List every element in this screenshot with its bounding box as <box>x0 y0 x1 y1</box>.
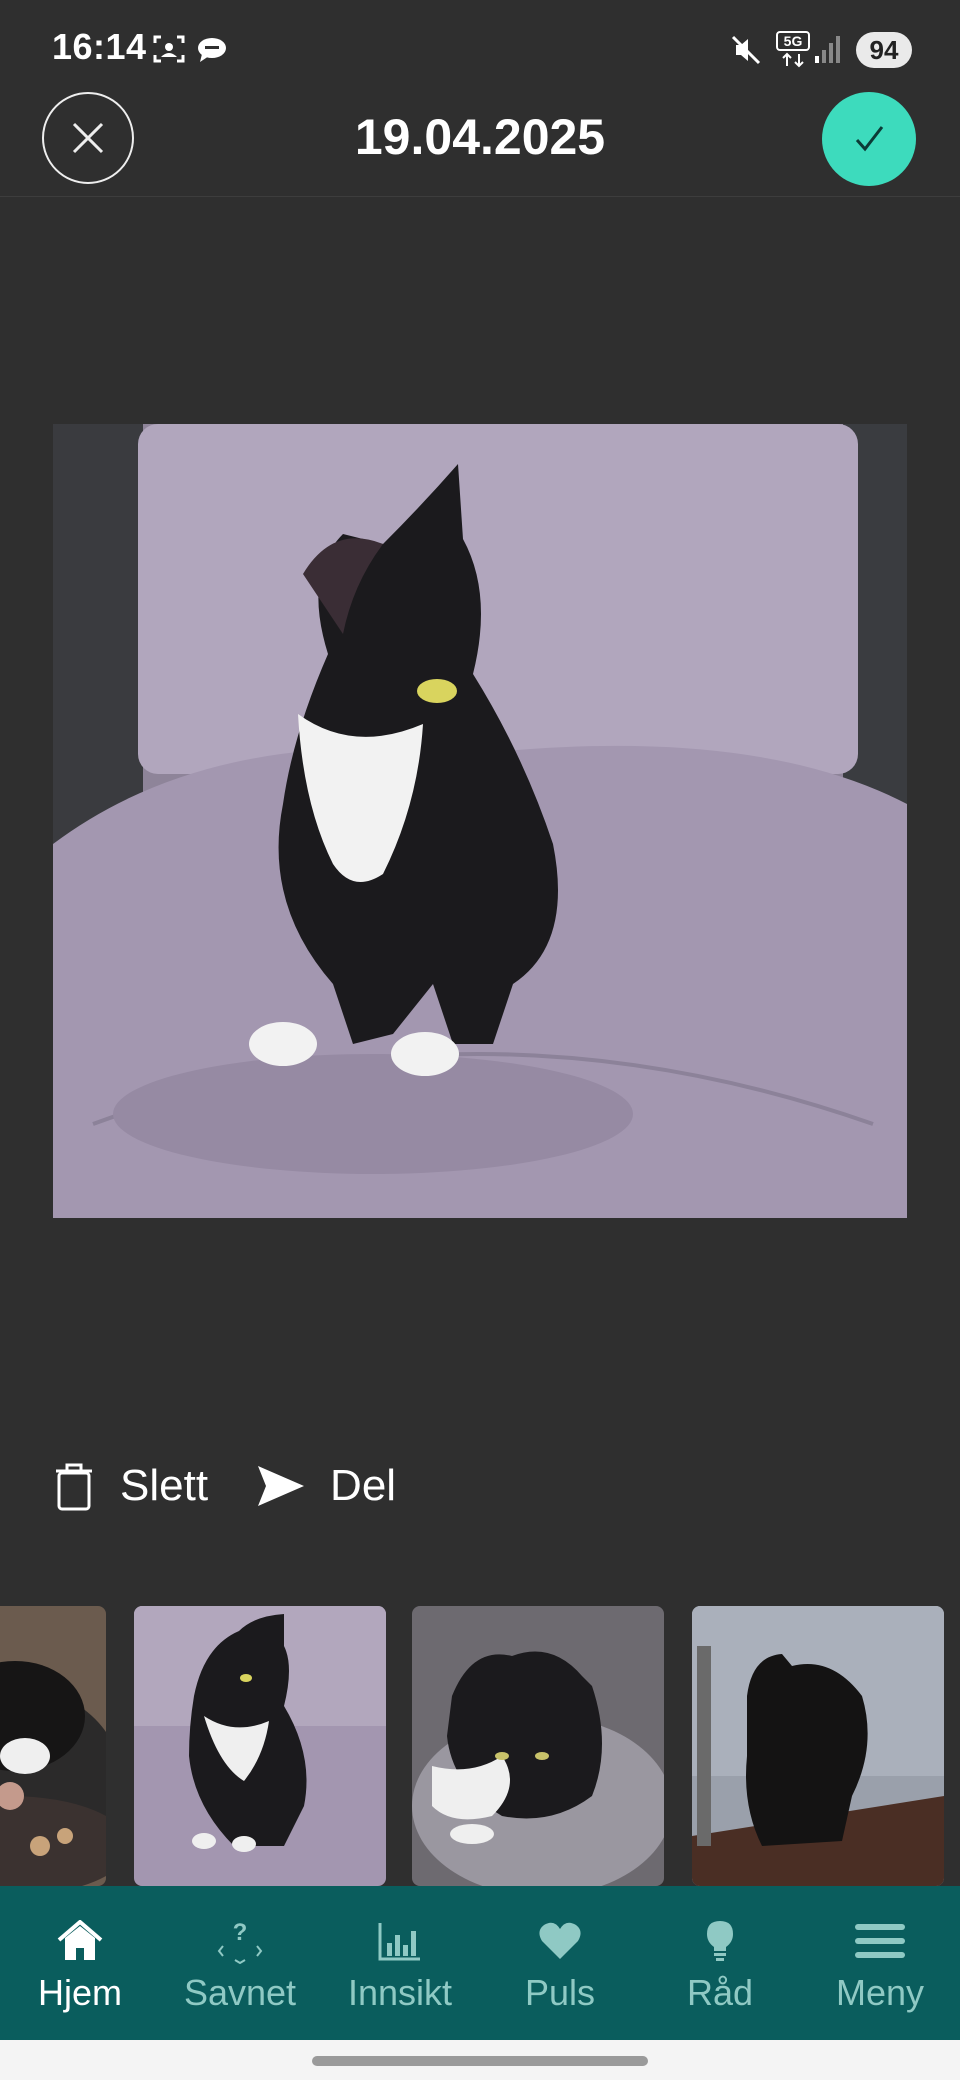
tab-meny[interactable]: Meny <box>800 1886 960 2040</box>
tab-label: Savnet <box>183 1972 297 2013</box>
system-nav-area <box>0 2040 960 2080</box>
signal-icon <box>814 34 842 69</box>
missing-icon: ? <box>215 1916 265 1966</box>
bottom-tab-bar: Hjem ? Savnet Innsikt Puls Råd Meny <box>0 1886 960 2040</box>
tab-label: Råd <box>686 1972 754 2013</box>
home-indicator[interactable] <box>312 2056 648 2066</box>
thumbnail-item[interactable] <box>412 1606 664 1886</box>
screenshot-icon <box>152 34 186 69</box>
share-button[interactable]: Del <box>256 1461 396 1511</box>
chat-icon <box>196 36 228 69</box>
delete-label: Slett <box>120 1461 209 1510</box>
status-time: 16:14 <box>52 26 147 67</box>
thumbnail-strip[interactable] <box>0 1606 960 1886</box>
thumbnail-item[interactable] <box>692 1606 944 1886</box>
chart-icon <box>378 1916 422 1966</box>
battery-indicator: 94 <box>856 32 912 68</box>
tab-hjem[interactable]: Hjem <box>0 1886 160 2040</box>
svg-text:5G: 5G <box>784 33 803 49</box>
tab-puls[interactable]: Puls <box>480 1886 640 2040</box>
tab-label: Hjem <box>37 1972 122 2013</box>
trash-icon <box>56 1463 92 1511</box>
mute-icon <box>730 34 762 71</box>
send-icon <box>258 1466 305 1506</box>
delete-button[interactable]: Slett <box>52 1461 208 1511</box>
network-5g-icon: 5G <box>776 30 810 75</box>
lightbulb-icon <box>705 1916 735 1966</box>
confirm-button[interactable] <box>822 92 916 186</box>
page-title: 19.04.2025 <box>354 109 606 165</box>
thumbnail-item-selected[interactable] <box>134 1606 386 1886</box>
photo-header: 19.04.2025 <box>0 92 960 197</box>
tab-rad[interactable]: Råd <box>640 1886 800 2040</box>
checkmark-icon <box>855 126 884 152</box>
svg-text:?: ? <box>233 1919 248 1946</box>
tab-label: Meny <box>835 1972 925 2013</box>
tab-label: Puls <box>524 1972 596 2013</box>
photo-actions: Slett Del <box>52 1456 444 1516</box>
thumbnail-item[interactable] <box>0 1606 106 1886</box>
heart-icon <box>538 1916 582 1966</box>
tab-savnet[interactable]: ? Savnet <box>160 1886 320 2040</box>
home-icon <box>57 1916 103 1966</box>
menu-icon <box>855 1916 905 1966</box>
tab-innsikt[interactable]: Innsikt <box>320 1886 480 2040</box>
status-bar: 16:14 5G 94 <box>0 0 960 92</box>
tab-label: Innsikt <box>347 1972 453 2013</box>
main-photo <box>53 424 907 1218</box>
share-label: Del <box>330 1461 397 1510</box>
